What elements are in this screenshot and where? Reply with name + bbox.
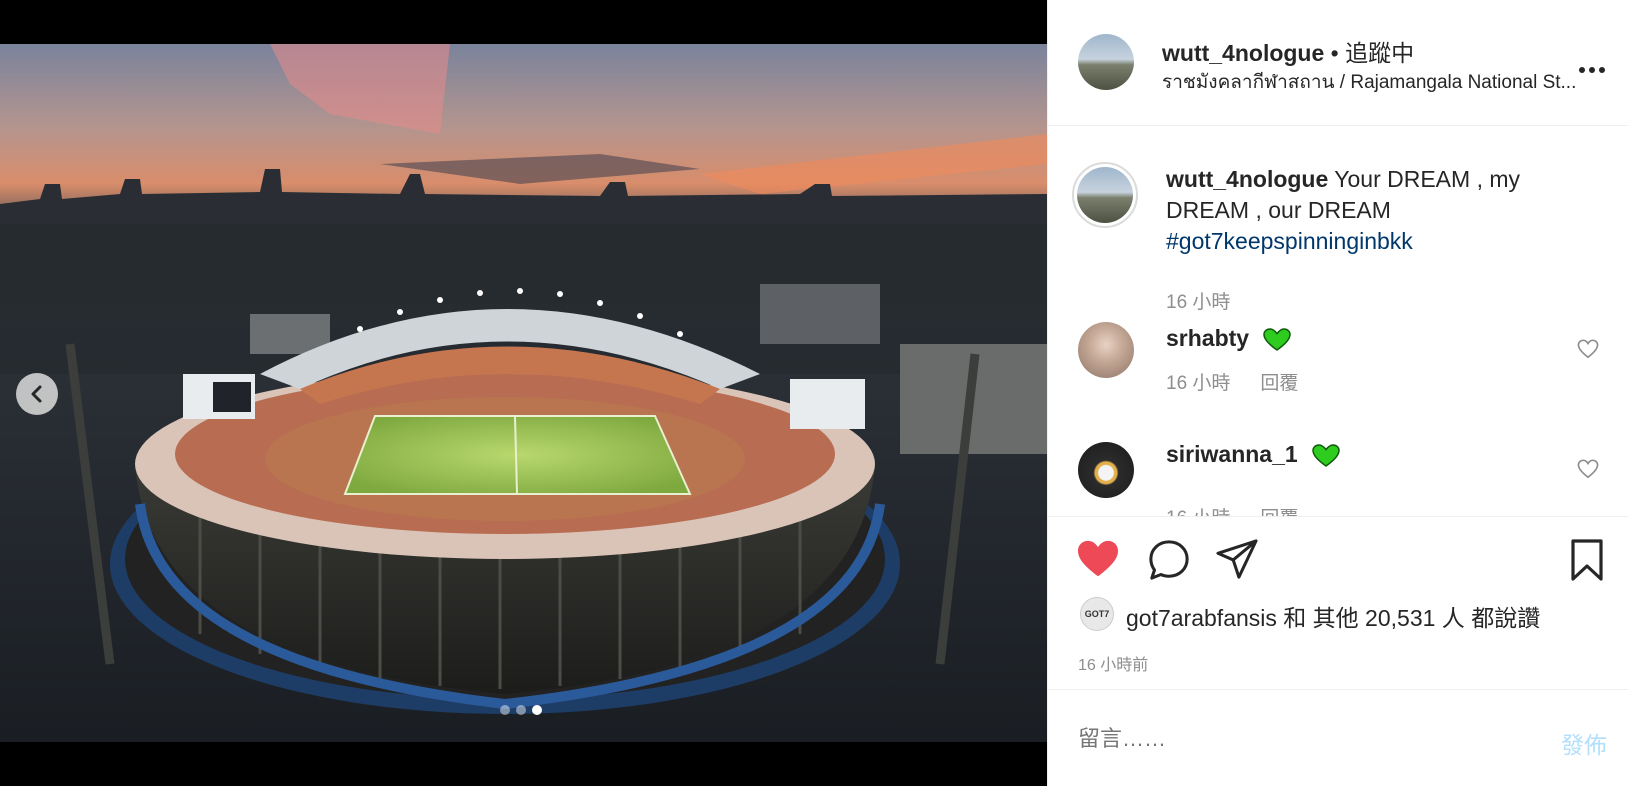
liker-avatar[interactable]: GOT7	[1080, 597, 1114, 631]
post-actions: GOT7 got7arabfansis 和 其他 20,531 人 都說讚 16…	[1048, 516, 1628, 686]
comment-meta: 16 小時 回覆	[1166, 503, 1298, 516]
follow-status[interactable]: • 追蹤中	[1324, 40, 1414, 66]
stadium-illustration	[0, 44, 1047, 742]
comment-meta: 16 小時 回覆	[1166, 368, 1298, 395]
caption-username[interactable]: wutt_4nologue	[1166, 166, 1328, 192]
author-username[interactable]: wutt_4nologue	[1162, 40, 1324, 66]
likes-summary: got7arabfansis 和 其他 20,531 人 都說讚	[1126, 599, 1540, 633]
comment-row: srhabty	[1166, 325, 1292, 352]
carousel-prev-button[interactable]	[16, 373, 58, 415]
comment-input[interactable]	[1078, 726, 1498, 752]
save-bookmark-icon[interactable]	[1570, 539, 1604, 581]
comment-like-heart-icon[interactable]	[1577, 459, 1599, 479]
carousel-dot	[516, 705, 526, 715]
share-send-icon[interactable]	[1216, 539, 1258, 579]
likes-joiner: 和	[1276, 605, 1313, 631]
post-timestamp: 16 小時前	[1078, 657, 1149, 674]
hashtag-link[interactable]: #got7keepspinninginbkk	[1166, 228, 1413, 254]
comment-bubble-icon[interactable]	[1148, 539, 1190, 581]
comment-avatar[interactable]	[1078, 442, 1134, 498]
post-sidebar: wutt_4nologue • 追蹤中 ราชมังคลากีฬาสถาน / …	[1047, 0, 1628, 786]
green-heart-emoji-icon	[1312, 444, 1340, 467]
chevron-left-icon	[31, 385, 42, 403]
post-media	[0, 0, 1047, 786]
ellipsis-icon	[1579, 67, 1605, 73]
author-line: wutt_4nologue • 追蹤中	[1162, 34, 1414, 68]
reply-button[interactable]: 回覆	[1260, 508, 1298, 516]
likes-suffix: 都說讚	[1464, 605, 1541, 631]
carousel-indicator	[500, 705, 542, 715]
carousel-dot	[500, 705, 510, 715]
more-options-icon[interactable]	[1578, 50, 1606, 81]
post-caption: wutt_4nologue Your DREAM , my DREAM , ou…	[1166, 164, 1586, 257]
comments-list[interactable]: wutt_4nologue Your DREAM , my DREAM , ou…	[1048, 127, 1628, 516]
author-avatar[interactable]	[1078, 34, 1134, 90]
comment-avatar[interactable]	[1078, 322, 1134, 378]
reply-button[interactable]: 回覆	[1260, 373, 1298, 394]
stadium-photo	[0, 44, 1047, 742]
liker-username[interactable]: got7arabfansis	[1126, 605, 1277, 631]
post-comment-button[interactable]: 發佈	[1561, 726, 1607, 760]
comment-time: 16 小時	[1166, 373, 1231, 394]
carousel-dot-active	[532, 705, 542, 715]
comment-row: siriwanna_1	[1166, 441, 1340, 468]
comment-username[interactable]: siriwanna_1	[1166, 441, 1298, 467]
comment-time: 16 小時	[1166, 508, 1230, 516]
comment-composer: 發佈	[1048, 689, 1628, 786]
green-heart-emoji-icon	[1263, 328, 1292, 351]
location-link[interactable]: ราชมังคลากีฬาสถาน / Rajamangala National…	[1162, 67, 1602, 97]
caption-time: 16 小時	[1166, 292, 1231, 313]
post-header: wutt_4nologue • 追蹤中 ราชมังคลากีฬาสถาน / …	[1048, 0, 1628, 126]
caption-author-avatar[interactable]	[1072, 162, 1138, 228]
like-heart-icon[interactable]	[1076, 539, 1120, 579]
comment-username[interactable]: srhabty	[1166, 325, 1249, 351]
comment-like-heart-icon[interactable]	[1577, 339, 1599, 359]
likes-others-link[interactable]: 其他 20,531 人	[1313, 605, 1465, 631]
